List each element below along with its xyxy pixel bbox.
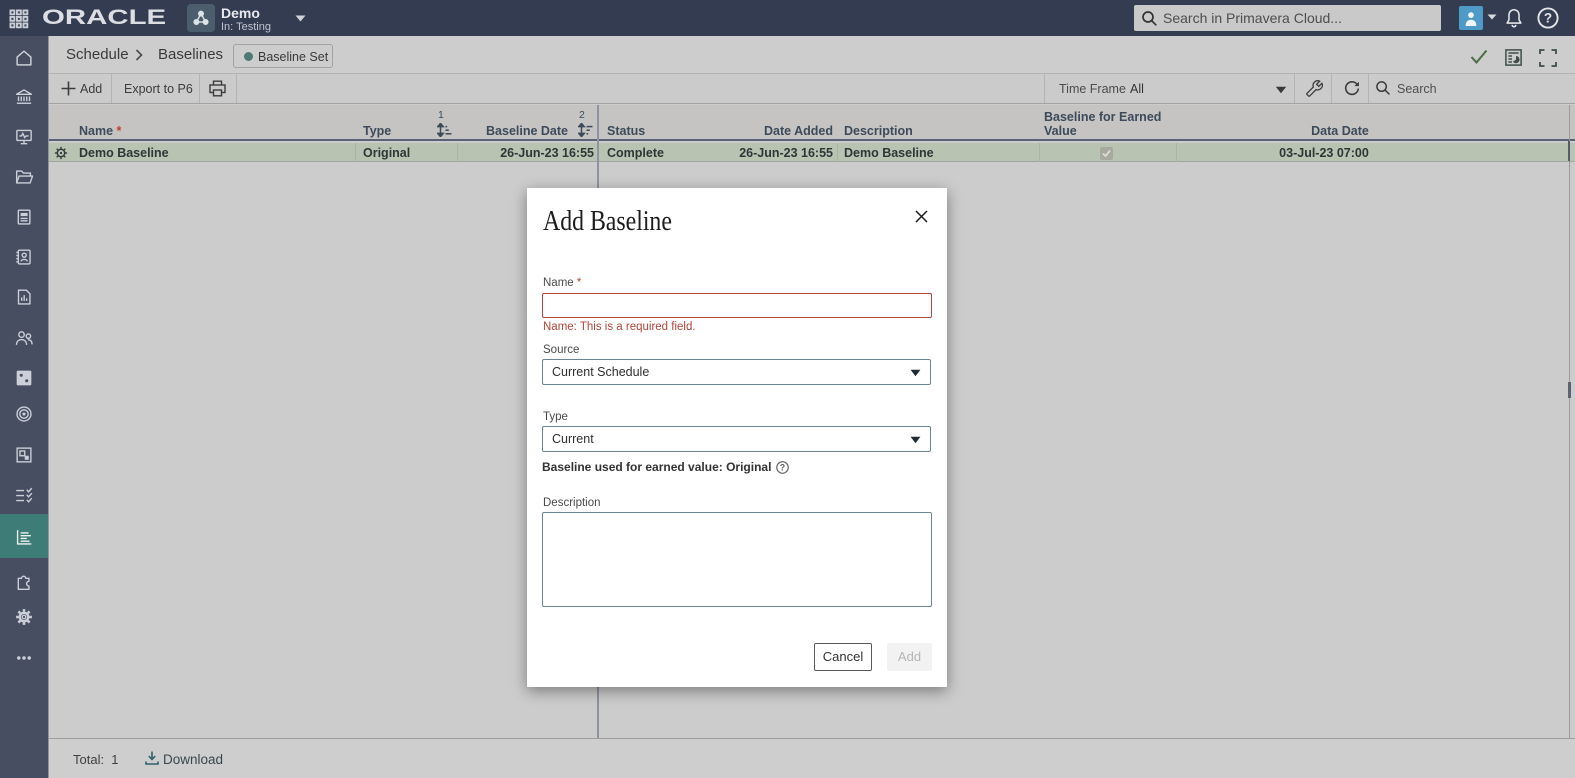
svg-text:?: ? — [780, 462, 785, 472]
svg-text:?: ? — [1544, 11, 1552, 26]
